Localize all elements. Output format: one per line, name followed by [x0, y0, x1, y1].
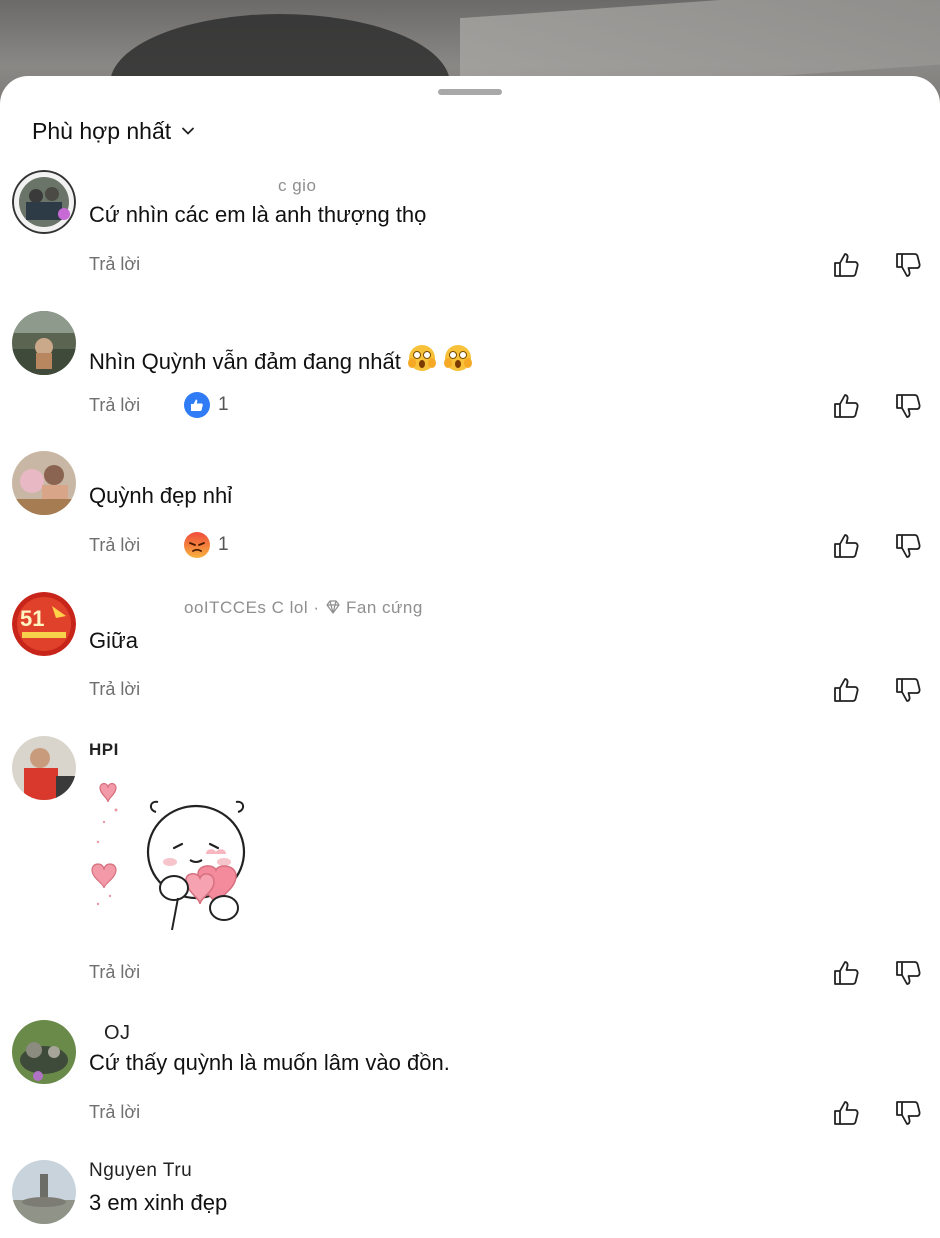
reply-button[interactable]: Trả lời — [89, 254, 140, 275]
avatar[interactable] — [12, 170, 76, 234]
comment-text-content: Nhìn Quỳnh vẫn đảm đang nhất — [89, 349, 401, 374]
thumb-up-icon[interactable] — [831, 531, 861, 561]
comment-text: Cứ thấy quỳnh là muốn lâm vào đồn. — [89, 1050, 450, 1075]
comment-item: c gio Cứ nhìn các em là anh thượng thọ T… — [0, 170, 940, 310]
avatar[interactable]: 51 — [12, 592, 76, 656]
comment-item: Quỳnh đẹp nhỉ Trả lời 1 — [0, 451, 940, 591]
reply-button[interactable]: Trả lời — [89, 679, 140, 700]
thumb-up-icon[interactable] — [831, 250, 861, 280]
sort-dropdown[interactable]: Phù hợp nhất — [32, 116, 195, 146]
thumb-down-icon[interactable] — [893, 1098, 923, 1128]
reaction-count: 1 — [218, 534, 229, 555]
thumb-down-icon[interactable] — [893, 958, 923, 988]
avatar[interactable] — [12, 311, 76, 375]
comment-text: Nhìn Quỳnh vẫn đảm đang nhất — [89, 343, 473, 379]
chevron-down-icon — [182, 127, 195, 135]
angry-reaction-icon — [184, 532, 210, 558]
comment-item: OJ Cứ thấy quỳnh là muốn lâm vào đồn. Tr… — [0, 1018, 940, 1158]
comment-username[interactable]: HPI — [89, 740, 119, 760]
comment-text: Quỳnh đẹp nhỉ — [89, 483, 233, 508]
thumb-down-icon[interactable] — [893, 391, 923, 421]
avatar[interactable] — [12, 1160, 76, 1224]
comment-item: 51 ooITCCEs C lol · Fan cứng Giữa Trả lờ… — [0, 592, 940, 732]
reaction-summary[interactable]: 1 — [184, 532, 229, 558]
thumb-up-icon[interactable] — [831, 958, 861, 988]
comment-username[interactable]: ooITCCEs C lol · Fan cứng — [184, 598, 423, 618]
sort-label: Phù hợp nhất — [32, 117, 172, 144]
reply-button[interactable]: Trả lời — [89, 535, 140, 556]
reaction-summary[interactable]: 1 — [184, 392, 229, 418]
reply-button[interactable]: Trả lời — [89, 962, 140, 983]
reply-button[interactable]: Trả lời — [89, 395, 140, 416]
avatar[interactable] — [12, 1020, 76, 1084]
thumb-up-icon[interactable] — [831, 391, 861, 421]
sheet-drag-handle[interactable] — [438, 89, 502, 95]
comment-username[interactable]: Nguyen Tru — [89, 1160, 192, 1182]
avatar[interactable] — [12, 451, 76, 515]
thumb-up-icon[interactable] — [831, 675, 861, 705]
comment-item: Nguyen Tru 3 em xinh đẹp — [0, 1160, 940, 1238]
diamond-icon — [326, 600, 340, 614]
bear-hearts-sticker[interactable] — [86, 774, 266, 944]
fan-badge: Fan cứng — [325, 598, 423, 617]
avatar[interactable] — [12, 736, 76, 800]
thumb-down-icon[interactable] — [893, 531, 923, 561]
shocked-face-emoji — [443, 343, 473, 379]
like-reaction-icon — [184, 392, 210, 418]
thumb-up-icon[interactable] — [831, 1098, 861, 1128]
comment-text: Giữa — [89, 628, 138, 653]
thumb-down-icon[interactable] — [893, 250, 923, 280]
comment-username[interactable]: OJ — [104, 1022, 131, 1045]
shocked-face-emoji — [407, 343, 437, 379]
thumb-down-icon[interactable] — [893, 675, 923, 705]
comment-text: 3 em xinh đẹp — [89, 1190, 228, 1215]
comment-username[interactable]: c gio — [278, 176, 316, 196]
comment-text: Cứ nhìn các em là anh thượng thọ — [89, 202, 427, 227]
comment-item: HPI Trả lời — [0, 734, 940, 1014]
reaction-count: 1 — [218, 394, 229, 415]
fan-badge-label: Fan cứng — [346, 598, 423, 617]
comment-username-text: ooITCCEs C lol · — [184, 598, 320, 617]
comments-sheet: Phù hợp nhất c gio Cứ nhìn các em là anh… — [0, 76, 940, 1238]
comment-item: Nhìn Quỳnh vẫn đảm đang nhất Trả lời 1 — [0, 311, 940, 451]
svg-text:51: 51 — [20, 606, 44, 631]
reply-button[interactable]: Trả lời — [89, 1102, 140, 1123]
